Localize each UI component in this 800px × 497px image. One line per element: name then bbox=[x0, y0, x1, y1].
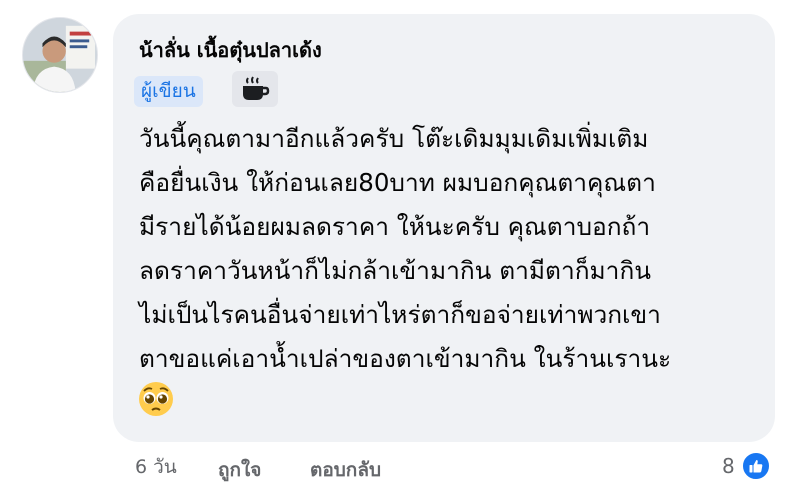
comment-author-name[interactable]: น้าลั่น เนื้อตุ๋นปลาเด้ง bbox=[139, 34, 322, 66]
pleading-face-emoji bbox=[139, 382, 173, 416]
comment-line: มีรายได้น้อยผมลดราคา ให้นะครับ คุณตาบอกถ… bbox=[139, 212, 651, 241]
reaction-count: 8 bbox=[722, 454, 735, 478]
profile-photo bbox=[23, 18, 97, 92]
comment-footer: 6 วัน ถูกใจ ตอบกลับ 8 bbox=[0, 448, 800, 488]
comment-line: คือยื่นเงิน ให้ก่อนเลย80บาท ผมบอกคุณตาคุ… bbox=[139, 168, 656, 197]
comment-line: ไม่เป็นไรคนอื่นจ่ายเท่าไหร่ตาก็ขอจ่ายเท่… bbox=[139, 300, 661, 329]
thumbs-up-icon bbox=[740, 451, 771, 481]
comment-timestamp[interactable]: 6 วัน bbox=[135, 452, 177, 482]
coffee-cup-icon bbox=[243, 76, 270, 100]
like-button[interactable]: ถูกใจ bbox=[218, 455, 261, 485]
comment-body: วันนี้คุณตามาอีกแล้วครับ โต๊ะเดิมมุมเดิม… bbox=[139, 117, 769, 381]
comment-line: วันนี้คุณตามาอีกแล้วครับ โต๊ะเดิมมุมเดิม… bbox=[139, 124, 649, 153]
coffee-cup-badge bbox=[232, 71, 278, 107]
avatar[interactable] bbox=[22, 17, 98, 93]
comment-line: ตาขอแค่เอาน้ำเปล่าของตาเข้ามากิน ในร้านเ… bbox=[139, 344, 672, 373]
comment-line: ลดราคาวันหน้าก็ไม่กล้าเข้ามากิน ตามีตาก็… bbox=[139, 256, 652, 285]
author-badge: ผู้เขียน bbox=[134, 76, 203, 107]
reply-button[interactable]: ตอบกลับ bbox=[310, 455, 381, 485]
reaction-summary[interactable]: 8 bbox=[722, 450, 771, 482]
